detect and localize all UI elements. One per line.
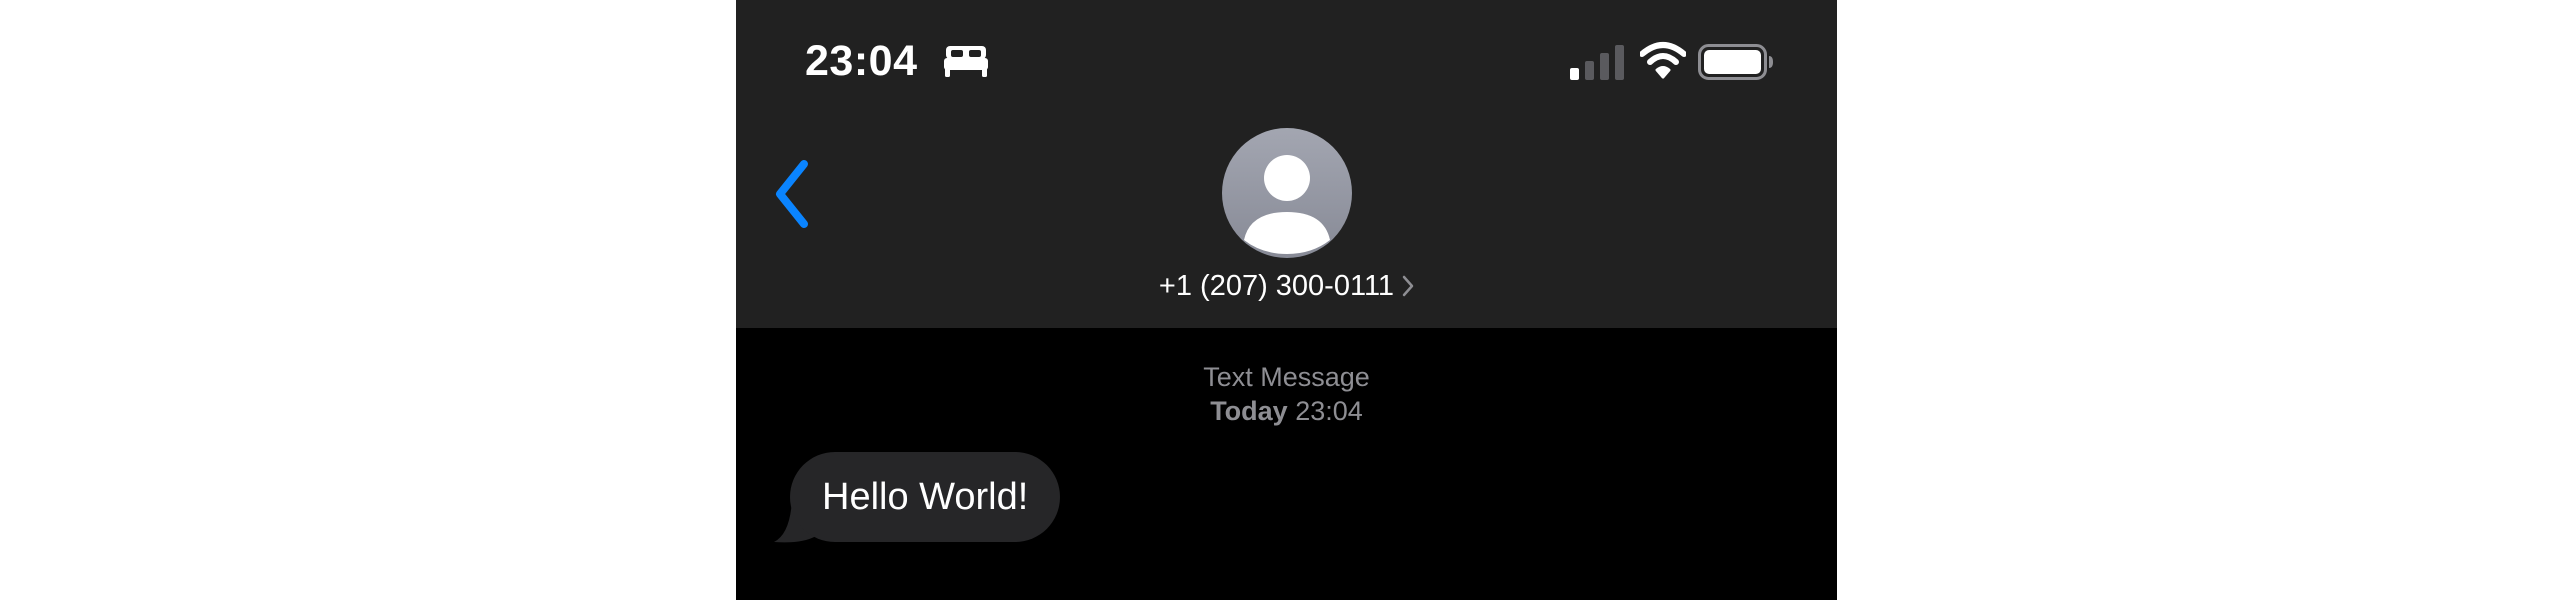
time-label: 23:04 [1295,396,1363,426]
contact-name: +1 (207) 300-0111 [1158,270,1395,302]
battery-icon [1698,44,1773,80]
contact-details-link[interactable]: +1 (207) 300-0111 [736,266,1837,306]
date-label: Today [1210,396,1288,426]
wifi-icon [1640,42,1686,79]
chevron-right-icon [1402,275,1414,297]
messages-screen: 23:04 +1 (207) 300-0111 Text Message Tod… [736,0,1837,600]
message-bubble-incoming[interactable]: Hello World! [790,452,1061,542]
avatar[interactable] [1222,128,1352,258]
message-timestamp-header: Text Message Today 23:04 [736,360,1837,428]
bed-icon [944,46,988,77]
person-silhouette-icon [1244,155,1330,254]
chevron-left-icon [776,160,808,228]
message-datetime: Today 23:04 [736,394,1837,428]
status-time: 23:04 [805,37,918,85]
service-label: Text Message [1203,362,1370,392]
back-button[interactable] [766,156,826,232]
signal-icon [1570,45,1624,80]
conversation-header: 23:04 +1 (207) 300-0111 [736,0,1837,328]
